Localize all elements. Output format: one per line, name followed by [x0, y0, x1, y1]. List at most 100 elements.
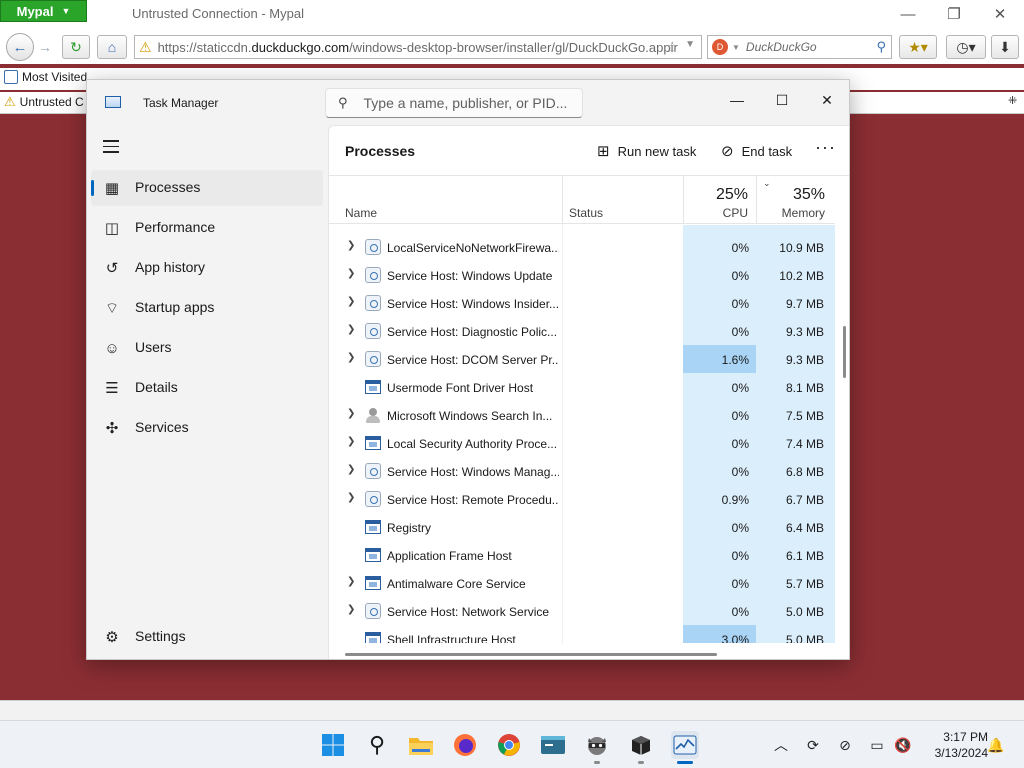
- table-row[interactable]: ❯ Antimalware Core Service 0% 5.7 MB: [329, 569, 835, 597]
- table-row[interactable]: ❯ Service Host: Windows Insider... 0% 9.7 M…: [329, 289, 835, 317]
- search-icon[interactable]: ⚲: [876, 39, 886, 55]
- home-button[interactable]: ⌂: [97, 35, 127, 59]
- minimize-button[interactable]: —: [888, 3, 928, 25]
- process-name: Service Host: Windows Update: [387, 269, 553, 283]
- column-header-cpu[interactable]: 25% CPU: [684, 176, 756, 224]
- table-row[interactable]: ❯ Local Security Authority Proce... 0% 7.4 …: [329, 429, 835, 457]
- app-window-icon: [365, 631, 381, 643]
- chevron-down-icon: ▼: [61, 6, 71, 16]
- raccoon-icon: [588, 737, 606, 755]
- display-icon[interactable]: ▭: [867, 735, 887, 755]
- downloads-button[interactable]: ⬇: [991, 35, 1019, 59]
- process-name: Service Host: Network Service: [387, 605, 550, 619]
- sidebar-item-startup-apps[interactable]: ⌔ Startup apps: [91, 290, 323, 326]
- process-search-input[interactable]: ⚲ Type a name, publisher, or PID...: [325, 88, 583, 118]
- show-hidden-icons-chevron-up-icon[interactable]: ︿: [771, 735, 791, 755]
- table-row[interactable]: ❯ Service Host: Windows Update 0% 10.2 MB: [329, 261, 835, 289]
- firefox-button[interactable]: [451, 731, 479, 759]
- expand-chevron-icon[interactable]: ❯: [347, 604, 355, 615]
- tab-untrusted-connection[interactable]: ⚠ Untrusted C: [4, 94, 84, 110]
- table-row[interactable]: Registry 0% 6.4 MB: [329, 513, 835, 541]
- expand-chevron-icon[interactable]: ❯: [347, 492, 355, 503]
- chrome-button[interactable]: [495, 731, 523, 759]
- bookmark-most-visited[interactable]: Most Visited: [4, 70, 87, 84]
- system-clock[interactable]: 3:17 PM 3/13/2024: [918, 729, 988, 761]
- maximize-button[interactable]: ❐: [934, 3, 974, 25]
- file-explorer-button[interactable]: [407, 731, 435, 759]
- memory-cell: 5.0 MB: [756, 625, 835, 643]
- bookmarks-button[interactable]: ★▾: [899, 35, 937, 59]
- end-task-button[interactable]: ⊘ End task: [721, 140, 792, 162]
- table-row[interactable]: Application Frame Host 0% 6.1 MB: [329, 541, 835, 569]
- horizontal-scrollbar[interactable]: [345, 653, 717, 656]
- process-name: Application Frame Host: [387, 549, 512, 563]
- sidebar-item-app-history[interactable]: ↺ App history: [91, 250, 323, 286]
- column-header-name[interactable]: Name: [329, 176, 562, 224]
- search-bar[interactable]: D ▼ DuckDuckGo ⚲: [707, 35, 892, 59]
- expand-chevron-icon[interactable]: ❯: [347, 408, 355, 419]
- box-icon: [632, 736, 650, 755]
- package-app-button[interactable]: [627, 731, 655, 759]
- search-button[interactable]: ⚲: [363, 731, 391, 759]
- table-row[interactable]: Shell Infrastructure Host 3.0% 5.0 MB: [329, 625, 835, 643]
- table-row[interactable]: ❯ Service Host: Diagnostic Polic... 0% 9.3 …: [329, 317, 835, 345]
- minimize-button[interactable]: —: [715, 86, 759, 114]
- column-header-memory[interactable]: ⌄ 35% Memory: [757, 176, 835, 224]
- table-row[interactable]: Usermode Font Driver Host 0% 8.1 MB: [329, 373, 835, 401]
- volume-muted-icon[interactable]: 🔇: [893, 735, 913, 755]
- reload-button[interactable]: ↻: [62, 35, 90, 59]
- table-row-partial[interactable]: [329, 225, 835, 233]
- task-manager-taskbar-button[interactable]: [671, 731, 699, 759]
- table-row[interactable]: ❯ Microsoft Windows Search In... 0% 7.5 MB: [329, 401, 835, 429]
- network-disconnected-icon[interactable]: ⊘: [835, 735, 855, 755]
- start-button[interactable]: [319, 731, 347, 759]
- sidebar-item-label: Performance: [135, 219, 216, 235]
- raccoon-app-button[interactable]: [583, 731, 611, 759]
- sidebar-item-settings[interactable]: ⚙ Settings: [91, 619, 323, 655]
- app-menu-button[interactable]: Mypal ▼: [0, 0, 87, 22]
- more-dots-icon: ···: [815, 137, 836, 157]
- maximize-button[interactable]: ☐: [760, 86, 804, 114]
- engine-dropdown-icon[interactable]: ▼: [732, 43, 740, 52]
- expand-chevron-icon[interactable]: ❯: [347, 576, 355, 587]
- processes-panel: Processes ⊞ Run new task ⊘ End task ··· …: [328, 125, 849, 659]
- sync-icon[interactable]: ⟳: [803, 735, 823, 755]
- expand-chevron-icon[interactable]: ❯: [347, 352, 355, 363]
- sidebar-item-services[interactable]: ✣ Services: [91, 410, 323, 446]
- close-icon: ✕: [821, 91, 833, 108]
- close-button[interactable]: ✕: [805, 86, 849, 114]
- expand-chevron-icon[interactable]: ❯: [347, 436, 355, 447]
- table-row[interactable]: ❯ Service Host: Windows Manag... 0% 6.8 MB: [329, 457, 835, 485]
- expand-chevron-icon[interactable]: ❯: [347, 268, 355, 279]
- url-bar[interactable]: ⚠ https://staticcdn. duckduckgo.com/windo…: [134, 35, 702, 59]
- sidebar-item-processes[interactable]: ▦ Processes: [91, 170, 323, 206]
- forward-button[interactable]: →: [34, 35, 56, 59]
- tab-list-button[interactable]: ⁜: [1008, 94, 1017, 107]
- run-new-task-button[interactable]: ⊞ Run new task: [597, 140, 696, 162]
- close-button[interactable]: ✕: [980, 3, 1020, 25]
- history-button[interactable]: ◷▾: [946, 35, 986, 59]
- expand-chevron-icon[interactable]: ❯: [347, 464, 355, 475]
- table-row[interactable]: ❯ Service Host: Network Service 0% 5.0 MB: [329, 597, 835, 625]
- table-row[interactable]: ❯ Service Host: DCOM Server Pr... 1.6% 9.3 …: [329, 345, 835, 373]
- expand-chevron-icon[interactable]: ❯: [347, 240, 355, 251]
- minimize-icon: —: [900, 5, 916, 23]
- table-row[interactable]: ❯ LocalServiceNoNetworkFirewa... 0% 10.9 MB: [329, 233, 835, 261]
- history-icon: ↺: [105, 260, 119, 277]
- sidebar-item-details[interactable]: ☰ Details: [91, 370, 323, 406]
- bookmark-star-icon[interactable]: ☆: [666, 38, 679, 56]
- back-button[interactable]: ←: [6, 33, 34, 61]
- more-options-button[interactable]: ···: [815, 137, 836, 157]
- terminal-button[interactable]: [539, 731, 567, 759]
- sidebar-item-performance[interactable]: ◫ Performance: [91, 210, 323, 246]
- expand-chevron-icon[interactable]: ❯: [347, 324, 355, 335]
- expand-chevron-icon[interactable]: ❯: [347, 296, 355, 307]
- vertical-scrollbar[interactable]: [843, 326, 846, 378]
- app-window-icon: [365, 379, 381, 395]
- table-row[interactable]: ❯ Service Host: Remote Procedu... 0.9% 6.7 …: [329, 485, 835, 513]
- notification-bell-icon[interactable]: 🔔: [986, 735, 1006, 755]
- column-header-status[interactable]: Status: [563, 176, 683, 224]
- sidebar-item-users[interactable]: ☺ Users: [91, 330, 323, 366]
- url-dropdown-icon[interactable]: ▼: [685, 39, 695, 50]
- hamburger-menu-icon[interactable]: [103, 140, 119, 154]
